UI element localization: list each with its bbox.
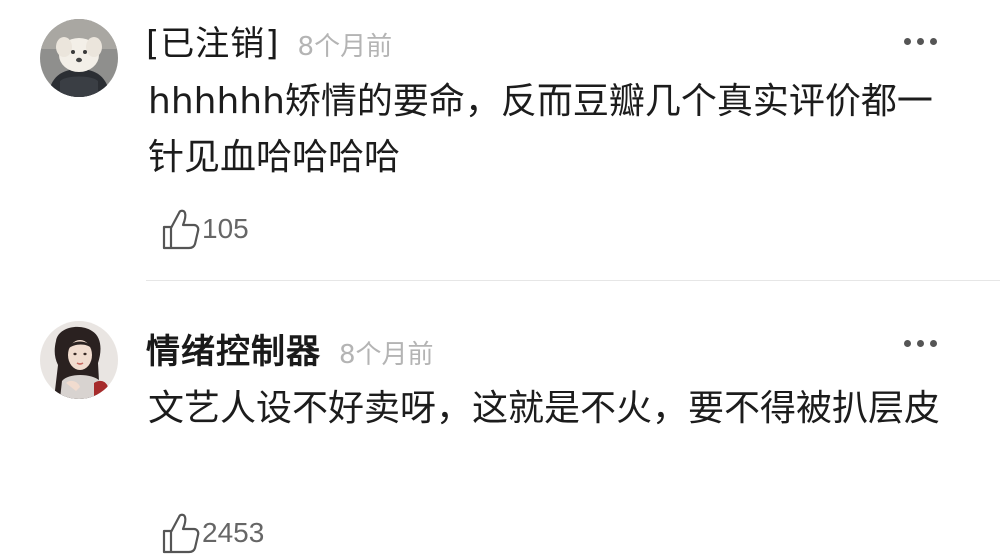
comment-item: [已注销] 8个月前 hhhhhh矫情的要命，反而豆瓣几个真实评价都一针见血哈哈… (0, 0, 1000, 281)
dog-avatar-icon (40, 19, 118, 97)
timestamp: 8个月前 (297, 32, 393, 62)
avatar[interactable] (40, 19, 118, 97)
comment-header: [已注销] 8个月前 (146, 16, 393, 64)
like-button[interactable]: 105 (160, 207, 249, 251)
more-dot (929, 339, 937, 347)
woman-portrait-avatar-icon (40, 321, 118, 399)
comment-item: 情绪控制器 8个月前 文艺人设不好卖呀，这就是不火，要不得被扒层皮 2453 (0, 281, 1000, 557)
comment-header: 情绪控制器 8个月前 (146, 324, 434, 372)
like-count: 2453 (202, 517, 265, 548)
more-dot (916, 37, 924, 45)
more-dots-icon (903, 339, 911, 347)
more-options-button[interactable] (890, 26, 950, 56)
timestamp: 8个月前 (339, 340, 434, 370)
username[interactable]: [已注销] (146, 16, 280, 65)
more-dots-icon (903, 37, 911, 45)
thumbs-up-icon (162, 209, 200, 250)
comment-text: 文艺人设不好卖呀，这就是不火，要不得被扒层皮 (148, 388, 941, 429)
thumbs-up-icon (162, 513, 200, 554)
more-dot (929, 37, 937, 45)
like-button[interactable]: 2453 (160, 511, 264, 555)
like-count: 105 (202, 213, 249, 244)
avatar[interactable] (40, 321, 118, 399)
more-options-button[interactable] (890, 328, 950, 358)
more-dot (916, 339, 924, 347)
comment-text: hhhhhh矫情的要命，反而豆瓣几个真实评价都一针见血哈哈哈哈 (148, 81, 933, 178)
username[interactable]: 情绪控制器 (146, 324, 321, 373)
